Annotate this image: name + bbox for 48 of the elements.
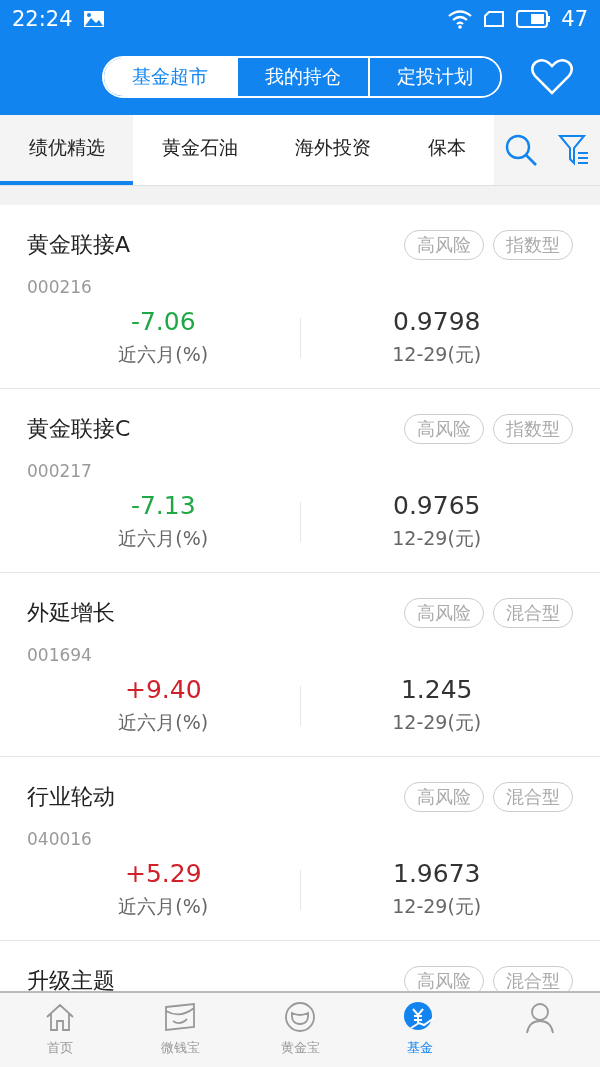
six-month-change: +5.29 — [124, 859, 202, 888]
net-value: 1.9673 — [393, 859, 481, 888]
fund-code: 040016 — [27, 829, 93, 849]
fund-card[interactable]: 升级主题 高风险 混合型 — [0, 941, 600, 991]
fund-card[interactable]: 黄金联接A 高风险 指数型 000216 -7.06 近六月(%) 0.9798 12-29(元) — [0, 205, 600, 389]
change-label: 近六月(%) — [118, 894, 209, 919]
fund-card[interactable]: 黄金联接C 高风险 指数型 000217 -7.13 近六月(%) 0.9765 12-29(元) — [0, 389, 600, 573]
fund-card[interactable]: 行业轮动 高风险 混合型 040016 +5.29 近六月(%) 1.9673 12-29(元) — [0, 757, 600, 941]
net-value: 0.9798 — [393, 307, 481, 336]
change-label: 近六月(%) — [118, 526, 209, 551]
net-value-label: 12-29(元) — [392, 342, 482, 367]
change-label: 近六月(%) — [118, 710, 209, 735]
sim-card-icon — [483, 10, 506, 28]
six-month-change: +9.40 — [124, 675, 202, 704]
search-icon[interactable] — [504, 133, 538, 167]
battery-icon — [515, 9, 552, 29]
nav-item[interactable]: 基金 — [360, 993, 480, 1067]
fund-name: 黄金联接C — [27, 415, 132, 443]
wifi-icon — [447, 9, 474, 29]
user-icon — [523, 1001, 557, 1035]
fund-name: 外延增长 — [27, 599, 116, 627]
battery-level: 47 — [561, 7, 588, 31]
fund-name: 升级主题 — [27, 967, 116, 991]
heart-icon[interactable] — [530, 58, 574, 96]
fund-code: 000217 — [27, 461, 93, 481]
net-value: 1.245 — [400, 675, 473, 704]
net-value-label: 12-29(元) — [392, 526, 482, 551]
six-month-change: -7.06 — [130, 307, 196, 336]
status-time: 22:24 — [12, 7, 73, 31]
envelope-icon — [163, 1001, 197, 1033]
filter-icon[interactable] — [558, 133, 590, 167]
fund-name: 行业轮动 — [27, 783, 116, 811]
fund-code: 000216 — [27, 277, 93, 297]
six-month-change: -7.13 — [130, 491, 196, 520]
change-label: 近六月(%) — [118, 342, 209, 367]
ingot-icon — [284, 1001, 316, 1033]
segment-tab[interactable]: 定投计划 — [368, 57, 500, 96]
net-value-label: 12-29(元) — [392, 894, 482, 919]
fund-card[interactable]: 外延增长 高风险 混合型 001694 +9.40 近六月(%) 1.245 12-29(元) — [0, 573, 600, 757]
net-value-label: 12-29(元) — [392, 710, 482, 735]
net-value: 0.9765 — [393, 491, 481, 520]
home-icon — [44, 1001, 76, 1033]
segment-tab[interactable]: 基金超市 — [104, 57, 236, 96]
category-tab[interactable]: 绩优精选 — [0, 115, 133, 185]
fund-name: 黄金联接A — [27, 231, 132, 259]
fund-code: 001694 — [27, 645, 93, 665]
yuan-coin-icon — [403, 1001, 437, 1033]
image-icon — [82, 10, 105, 28]
